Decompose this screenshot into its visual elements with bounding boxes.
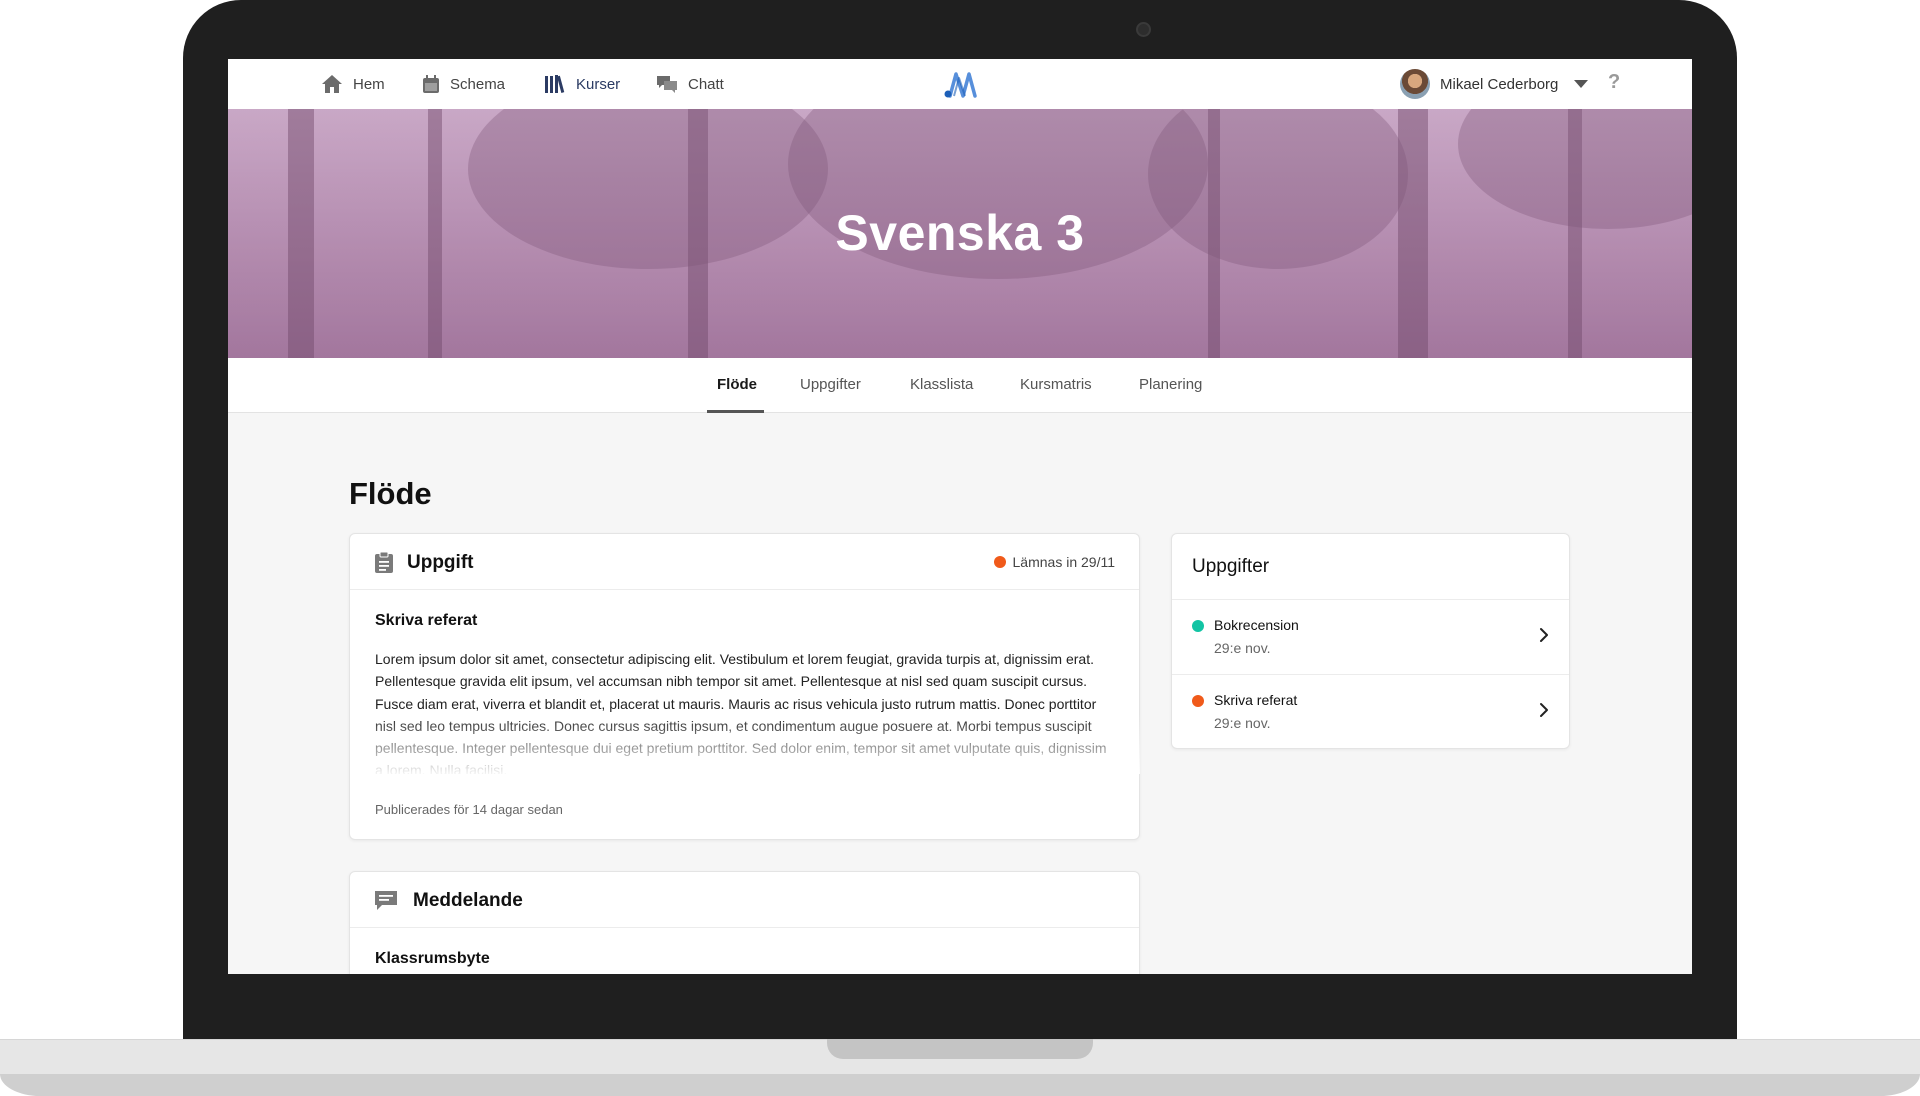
app-logo[interactable]	[944, 70, 978, 103]
feed-post-message[interactable]: Meddelande Klassrumsbyte	[349, 871, 1140, 974]
chevron-down-icon	[1574, 80, 1589, 88]
status-dot-icon	[1192, 620, 1204, 632]
clipboard-icon	[374, 551, 394, 579]
nav-item-label: Chatt	[688, 75, 724, 93]
chevron-right-icon	[1539, 627, 1549, 648]
text-fade	[351, 714, 1140, 774]
laptop-notch	[827, 1039, 1093, 1059]
post-type-label: Meddelande	[413, 890, 523, 911]
user-menu[interactable]: Mikael Cederborg	[1400, 69, 1589, 99]
chat-icon	[656, 74, 678, 94]
status-dot-icon	[1192, 695, 1204, 707]
assignment-name: Bokrecension	[1214, 617, 1299, 633]
list-item[interactable]: Skriva referat 29:e nov.	[1172, 674, 1569, 749]
help-button[interactable]: ?	[1608, 71, 1620, 94]
status-dot-icon	[993, 556, 1006, 568]
due-date: Lämnas in 29/11	[993, 554, 1115, 570]
due-date-label: Lämnas in 29/11	[1012, 554, 1115, 570]
nav-item-label: Hem	[353, 75, 385, 93]
nav-item-schema[interactable]: Schema	[422, 72, 505, 96]
assignment-date: 29:e nov.	[1214, 715, 1271, 731]
message-icon	[374, 889, 398, 917]
camera-icon	[1136, 22, 1151, 37]
feed-post-assignment[interactable]: Uppgift Lämnas in 29/11 Skriva referat L…	[349, 533, 1140, 840]
assignment-name: Skriva referat	[1214, 692, 1298, 708]
home-icon	[321, 74, 343, 94]
chevron-right-icon	[1539, 702, 1549, 723]
post-title: Klassrumsbyte	[375, 950, 490, 967]
course-tabs: Flöde Uppgifter Klasslista Kursmatris Pl…	[228, 358, 1692, 413]
course-title: Svenska 3	[835, 205, 1085, 261]
course-banner: Svenska 3	[228, 109, 1692, 358]
tab-flode[interactable]: Flöde	[717, 376, 757, 393]
user-name: Mikael Cederborg	[1440, 75, 1559, 93]
avatar	[1400, 69, 1430, 99]
post-header: Meddelande	[350, 872, 1139, 928]
tab-planering[interactable]: Planering	[1139, 376, 1202, 393]
tab-kursmatris[interactable]: Kursmatris	[1020, 376, 1092, 393]
active-tab-indicator	[707, 410, 764, 413]
tab-uppgifter[interactable]: Uppgifter	[800, 376, 861, 393]
list-item[interactable]: Bokrecension 29:e nov.	[1172, 599, 1569, 674]
calendar-icon	[422, 74, 440, 94]
screen: Hem Schema Kurser Chatt Mikael Cederborg…	[228, 59, 1692, 974]
nav-item-chatt[interactable]: Chatt	[656, 72, 724, 96]
nav-item-hem[interactable]: Hem	[321, 72, 385, 96]
post-type-label: Uppgift	[407, 552, 474, 573]
assignment-date: 29:e nov.	[1214, 640, 1271, 656]
laptop-base-edge	[0, 1074, 1920, 1096]
sidebar-title: Uppgifter	[1192, 556, 1270, 577]
assignments-sidebar: Uppgifter Bokrecension 29:e nov. Skriva …	[1171, 533, 1570, 749]
top-nav: Hem Schema Kurser Chatt Mikael Cederborg…	[228, 59, 1692, 109]
nav-item-label: Schema	[450, 75, 506, 93]
page-title: Flöde	[349, 476, 432, 511]
nav-item-label: Kurser	[576, 75, 621, 93]
tab-klasslista[interactable]: Klasslista	[910, 376, 973, 393]
books-icon	[544, 74, 566, 94]
post-title: Skriva referat	[375, 612, 478, 629]
nav-item-kurser[interactable]: Kurser	[544, 72, 620, 96]
post-meta: Publicerades för 14 dagar sedan	[375, 802, 563, 817]
post-header: Uppgift Lämnas in 29/11	[350, 534, 1139, 590]
